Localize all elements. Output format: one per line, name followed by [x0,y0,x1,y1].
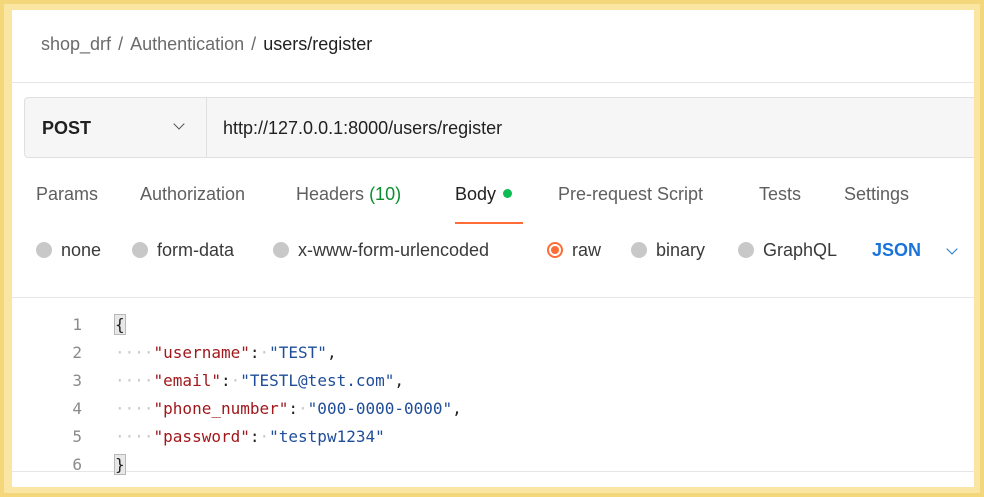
indent-marker: ···· [115,371,154,390]
header-divider [12,82,974,83]
radio-icon [631,242,647,258]
breadcrumb-folder[interactable]: Authentication [130,34,244,54]
headers-count-badge: (10) [369,184,402,204]
json-key: "password" [153,427,250,446]
code-line: } [114,454,126,475]
body-type-label: GraphQL [763,240,838,260]
code-editor[interactable]: 1 2 3 4 5 6 { ····"username":·"TEST", ··… [12,297,974,475]
indent-marker: ···· [115,343,154,362]
body-active-dot-icon [503,189,513,198]
breadcrumb-separator: / [251,34,257,54]
tab-headers-label: Headers [296,184,365,204]
tab-authorization[interactable]: Authorization [140,184,245,205]
json-value: "testpw1234" [269,427,385,446]
request-bar: POST http://127.0.0.1:8000/users/registe… [24,97,974,158]
radio-icon [738,242,754,258]
body-type-form-data[interactable]: form-data [132,240,234,261]
breadcrumb-separator: / [118,34,124,54]
radio-icon [273,242,289,258]
body-type-label: binary [656,240,706,260]
tab-tests[interactable]: Tests [759,184,801,205]
line-number: 6 [72,455,82,474]
line-number: 5 [72,427,82,446]
breadcrumb-request[interactable]: users/register [263,34,372,54]
body-type-none[interactable]: none [36,240,101,261]
format-select[interactable]: JSON [872,240,921,261]
url-input[interactable]: http://127.0.0.1:8000/users/register [223,118,502,139]
body-type-label: none [61,240,102,260]
method-select[interactable]: POST [25,98,207,157]
json-key: "email" [153,371,221,390]
json-value: "000-0000-0000" [307,399,453,418]
code-line: ····"password":·"testpw1234" [115,427,385,446]
json-key: "username" [153,343,250,362]
tab-body-label: Body [455,184,497,204]
active-tab-underline [455,222,523,224]
json-value: "TEST" [269,343,327,362]
json-value: "TESTL@test.com" [240,371,395,390]
body-type-label: raw [572,240,602,260]
json-key: "phone_number" [153,399,289,418]
tab-headers[interactable]: Headers (10) [296,184,401,205]
line-number: 3 [72,371,82,390]
body-type-label: form-data [157,240,235,260]
body-type-x-www-form-urlencoded[interactable]: x-www-form-urlencoded [273,240,489,261]
code-line: ····"email":·"TESTL@test.com", [115,371,405,390]
body-type-selector: none form-data x-www-form-urlencoded raw… [12,240,974,266]
line-number: 1 [72,315,82,334]
close-brace: } [114,454,126,475]
tab-params[interactable]: Params [36,184,98,205]
indent-marker: ···· [115,399,154,418]
tab-pre-request-script[interactable]: Pre-request Script [558,184,703,205]
request-panel: shop_drf / Authentication / users/register P… [12,10,974,487]
json-comma: , [394,371,405,390]
radio-icon [36,242,52,258]
code-line: ····"phone_number":·"000-0000-0000", [115,399,462,418]
chevron-down-icon [173,118,185,130]
indent-marker: ···· [115,427,154,446]
body-type-label: x-www-form-urlencoded [298,240,490,260]
tab-body[interactable]: Body [455,184,513,205]
tab-settings[interactable]: Settings [844,184,909,205]
body-type-binary[interactable]: binary [631,240,705,261]
body-type-graphql[interactable]: GraphQL [738,240,837,261]
line-number: 2 [72,343,82,362]
request-tabs: Params Authorization Headers (10) Body P… [12,184,974,224]
radio-selected-icon [547,242,563,258]
method-label: POST [42,118,92,138]
code-line: ····"username":·"TEST", [115,343,337,362]
open-brace: { [114,314,126,335]
chevron-down-icon[interactable] [946,243,958,255]
breadcrumb: shop_drf / Authentication / users/register [41,34,372,55]
breadcrumb-collection[interactable]: shop_drf [41,34,111,54]
radio-icon [132,242,148,258]
line-number: 4 [72,399,82,418]
code-line: { [114,314,126,335]
body-type-raw[interactable]: raw [547,240,601,261]
json-comma: , [452,399,462,418]
json-comma: , [326,343,337,362]
